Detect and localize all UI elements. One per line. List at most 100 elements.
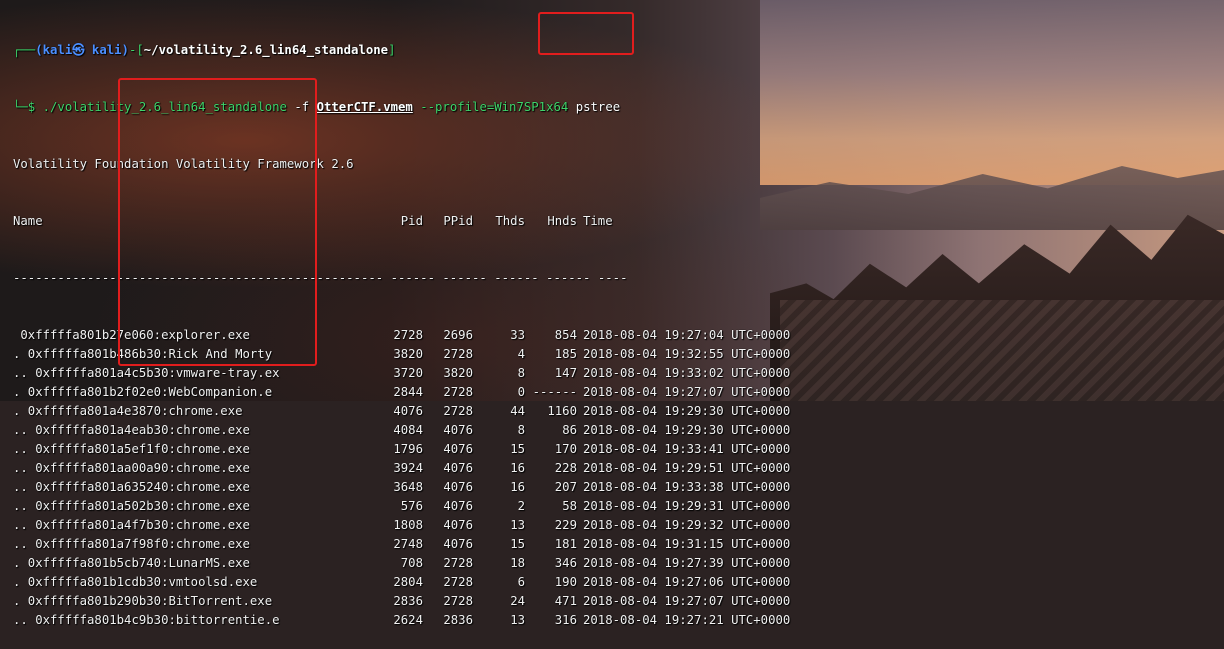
threads-cell: 44 xyxy=(510,404,525,418)
table-row: . 0xfffffa801b290b30:BitTorrent.exe 2836 2… xyxy=(13,592,790,611)
threads-cell: 33 xyxy=(510,328,525,342)
ppid-cell: 2836 xyxy=(443,613,473,627)
table-row: .. 0xfffffa801a4c5b30:vmware-tray.ex 3720… xyxy=(13,364,790,383)
pid-cell: 4084 xyxy=(393,423,423,437)
handles-cell: 471 xyxy=(554,594,577,608)
threads-cell: 16 xyxy=(510,480,525,494)
ppid-cell: 4076 xyxy=(443,518,473,532)
pid-cell: 3924 xyxy=(393,461,423,475)
time-cell: 2018-08-04 19:33:38 UTC+0000 xyxy=(583,480,791,494)
threads-cell: 8 xyxy=(517,366,525,380)
process-name-cell: .. 0xfffffa801a502b30:chrome.exe xyxy=(13,499,250,513)
process-name-cell: .. 0xfffffa801b4c9b30:bittorrentie.e xyxy=(13,613,280,627)
time-cell: 2018-08-04 19:27:39 UTC+0000 xyxy=(583,556,791,570)
handles-cell: 229 xyxy=(554,518,577,532)
prompt-dash: -[ xyxy=(128,43,144,57)
time-cell: 2018-08-04 19:27:04 UTC+0000 xyxy=(583,328,791,342)
threads-cell: 8 xyxy=(517,423,525,437)
threads-cell: 6 xyxy=(517,575,525,589)
time-cell: 2018-08-04 19:27:06 UTC+0000 xyxy=(583,575,791,589)
threads-cell: 15 xyxy=(510,442,525,456)
time-cell: 2018-08-04 19:27:07 UTC+0000 xyxy=(583,594,791,608)
ppid-cell: 2728 xyxy=(443,575,473,589)
process-name-cell: .. 0xfffffa801a635240:chrome.exe xyxy=(13,480,250,494)
time-cell: 2018-08-04 19:31:15 UTC+0000 xyxy=(583,537,791,551)
process-name-cell: .. 0xfffffa801a4c5b30:vmware-tray.ex xyxy=(13,366,280,380)
highlight-process-names xyxy=(118,78,317,366)
table-row: .. 0xfffffa801b4c9b30:bittorrentie.e 2624… xyxy=(13,611,790,630)
table-row: .. 0xfffffa801a4eab30:chrome.exe 4084 4076… xyxy=(13,421,790,440)
ppid-cell: 2728 xyxy=(443,404,473,418)
table-row: .. 0xfffffa801a635240:chrome.exe 3648 4076… xyxy=(13,478,790,497)
process-name-cell: . 0xfffffa801b1cdb30:vmtoolsd.exe xyxy=(13,575,258,589)
pid-cell: 708 xyxy=(400,556,423,570)
ppid-cell: 4076 xyxy=(443,423,473,437)
pid-cell: 2728 xyxy=(393,328,423,342)
handles-cell: 1160 xyxy=(547,404,577,418)
col-time-header: Time xyxy=(583,214,613,228)
time-cell: 2018-08-04 19:32:55 UTC+0000 xyxy=(583,347,791,361)
handles-cell: 207 xyxy=(554,480,577,494)
handles-cell: 181 xyxy=(554,537,577,551)
handles-cell: 854 xyxy=(554,328,577,342)
command-memory-file: OtterCTF.vmem xyxy=(316,100,413,114)
table-row: . 0xfffffa801b2f02e0:WebCompanion.e 2844 2… xyxy=(13,383,790,402)
time-cell: 2018-08-04 19:33:02 UTC+0000 xyxy=(583,366,791,380)
ppid-cell: 4076 xyxy=(443,461,473,475)
handles-cell: 58 xyxy=(562,499,577,513)
pid-cell: 2748 xyxy=(393,537,423,551)
threads-cell: 16 xyxy=(510,461,525,475)
process-name-cell: . 0xfffffa801b2f02e0:WebCompanion.e xyxy=(13,385,273,399)
prompt-bracket-close: ] xyxy=(388,43,396,57)
table-row: . 0xfffffa801b5cb740:LunarMS.exe 708 2728 1… xyxy=(13,554,790,573)
prompt-mark: └─$ xyxy=(13,100,36,114)
time-cell: 2018-08-04 19:29:30 UTC+0000 xyxy=(583,404,791,418)
table-row: .. 0xfffffa801aa00a90:chrome.exe 3924 4076… xyxy=(13,459,790,478)
pid-cell: 1808 xyxy=(393,518,423,532)
pid-cell: 576 xyxy=(400,499,423,513)
threads-cell: 0 xyxy=(517,385,525,399)
table-row: . 0xfffffa801a4e3870:chrome.exe 4076 2728 4… xyxy=(13,402,790,421)
pid-cell: 2624 xyxy=(393,613,423,627)
ppid-cell: 2728 xyxy=(443,594,473,608)
process-name-cell: .. 0xfffffa801a4eab30:chrome.exe xyxy=(13,423,250,437)
process-tree-rows: 0xfffffa801b27e060:explorer.exe 2728 2696 3… xyxy=(13,326,790,630)
process-name-cell: . 0xfffffa801b290b30:BitTorrent.exe xyxy=(13,594,273,608)
process-name-cell: .. 0xfffffa801a7f98f0:chrome.exe xyxy=(13,537,250,551)
ppid-cell: 4076 xyxy=(443,480,473,494)
ppid-cell: 2728 xyxy=(443,347,473,361)
handles-cell: 316 xyxy=(554,613,577,627)
handles-cell: 346 xyxy=(554,556,577,570)
time-cell: 2018-08-04 19:29:30 UTC+0000 xyxy=(583,423,791,437)
process-name-cell: . 0xfffffa801b5cb740:LunarMS.exe xyxy=(13,556,250,570)
threads-cell: 4 xyxy=(517,347,525,361)
ppid-cell: 4076 xyxy=(443,537,473,551)
pid-cell: 1796 xyxy=(393,442,423,456)
threads-cell: 13 xyxy=(510,518,525,532)
pid-cell: 3720 xyxy=(393,366,423,380)
ppid-cell: 4076 xyxy=(443,442,473,456)
handles-cell: 147 xyxy=(554,366,577,380)
process-name-cell: .. 0xfffffa801a4f7b30:chrome.exe xyxy=(13,518,250,532)
command-plugin: pstree xyxy=(575,100,621,114)
prompt-corner: ┌── xyxy=(13,43,36,57)
time-cell: 2018-08-04 19:29:51 UTC+0000 xyxy=(583,461,791,475)
handles-cell: 86 xyxy=(562,423,577,437)
process-name-cell: .. 0xfffffa801aa00a90:chrome.exe xyxy=(13,461,250,475)
pid-cell: 3820 xyxy=(393,347,423,361)
command-profile: --profile=Win7SP1x64 xyxy=(420,100,569,114)
threads-cell: 18 xyxy=(510,556,525,570)
threads-cell: 13 xyxy=(510,613,525,627)
table-row: .. 0xfffffa801a4f7b30:chrome.exe 1808 4076… xyxy=(13,516,790,535)
table-row: . 0xfffffa801b1cdb30:vmtoolsd.exe 2804 272… xyxy=(13,573,790,592)
handles-cell: 170 xyxy=(554,442,577,456)
time-cell: 2018-08-04 19:33:41 UTC+0000 xyxy=(583,442,791,456)
ppid-cell: 2728 xyxy=(443,385,473,399)
col-hnds-header: Hnds xyxy=(547,214,577,228)
table-row: .. 0xfffffa801a502b30:chrome.exe 576 4076 2… xyxy=(13,497,790,516)
ppid-cell: 2696 xyxy=(443,328,473,342)
handles-cell: ------ xyxy=(532,385,577,399)
pid-cell: 2836 xyxy=(393,594,423,608)
ppid-cell: 3820 xyxy=(443,366,473,380)
time-cell: 2018-08-04 19:29:31 UTC+0000 xyxy=(583,499,791,513)
